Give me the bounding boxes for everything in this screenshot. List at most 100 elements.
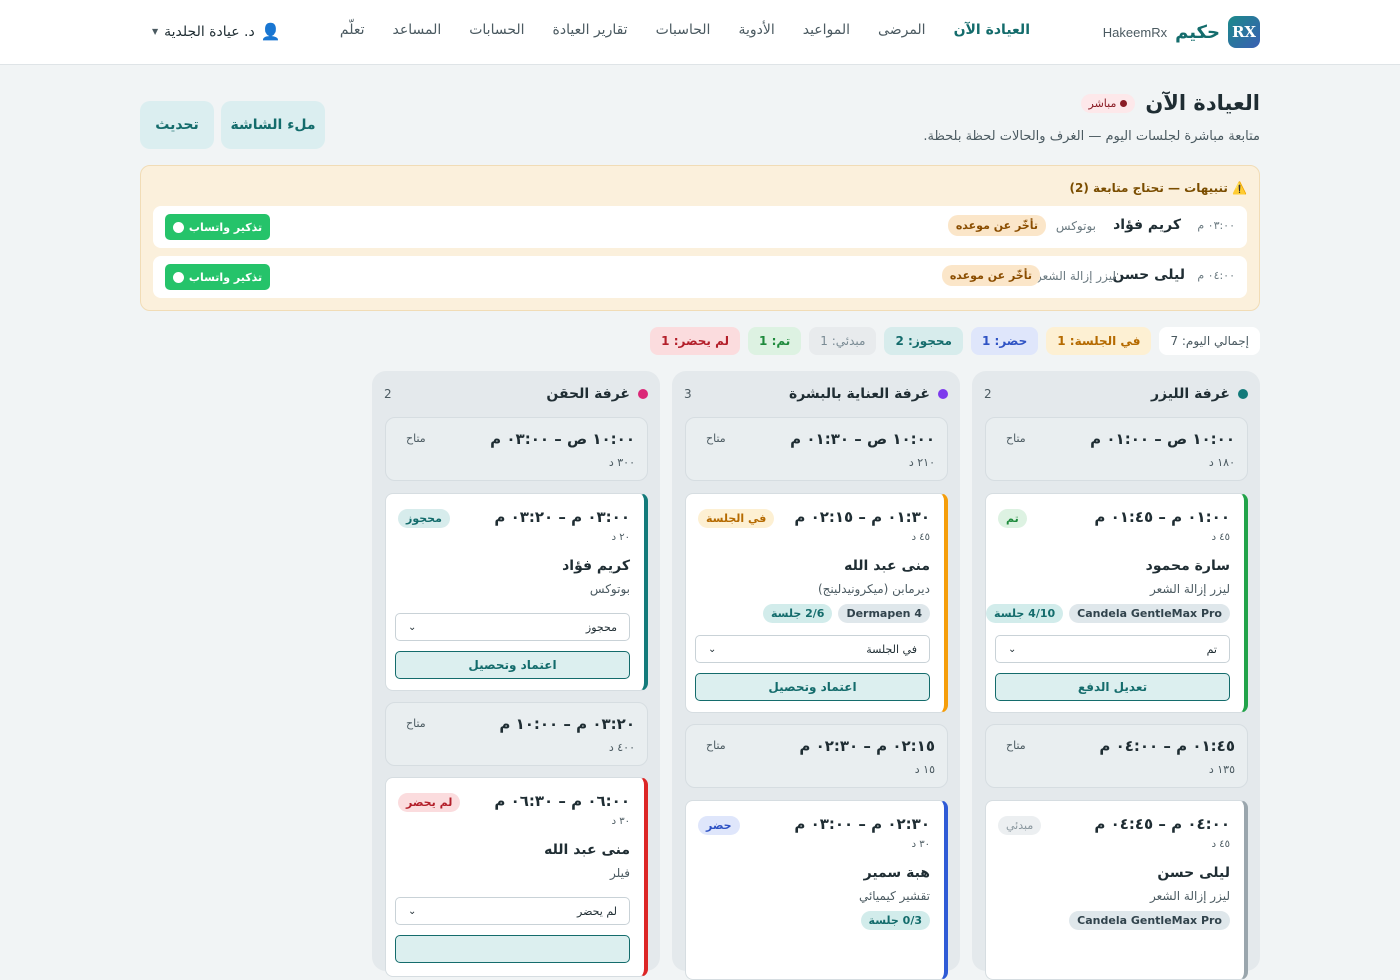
chevron-down-icon: ⌄ [408, 905, 417, 917]
page-title: العيادة الآن [1145, 91, 1260, 115]
edit-payment-button[interactable]: تعديل الدفع [995, 673, 1230, 701]
nav-clinic-reports[interactable]: تقارير العيادة [553, 22, 628, 38]
stat-done[interactable]: تم: 1 [748, 327, 802, 355]
service-name: بوتوكس [589, 582, 630, 596]
available-slot[interactable]: ٠٣:٢٠ م – ١٠:٠٠ م ٤٠٠ د متاح [385, 702, 648, 766]
slot-duration: ٢١٠ د [908, 456, 935, 469]
nav-appointments[interactable]: المواعيد [803, 22, 850, 38]
status-select[interactable]: محجوز ⌄ [395, 613, 630, 641]
status-select[interactable]: لم يحضر ⌄ [395, 897, 630, 925]
approve-and-collect-button[interactable]: اعتماد وتحصيل [695, 673, 930, 701]
nav-calculators[interactable]: الحاسبات [656, 22, 711, 38]
nav-medications[interactable]: الأدوية [738, 22, 774, 38]
appointment-card[interactable]: ٠٦:٠٠ م – ٠٦:٣٠ م ٣٠ د لم يحضر منى عبد ا… [385, 777, 648, 977]
available-slot[interactable]: ١٠:٠٠ ص – ٠٣:٠٠ م ٣٠٠ د متاح [385, 417, 648, 481]
nav-assistant[interactable]: المساعد [393, 22, 442, 38]
slot-available-label: متاح [1006, 739, 1026, 752]
session-progress-tag: 2/6 جلسة [762, 604, 833, 623]
stat-initial[interactable]: مبدئي: 1 [809, 327, 877, 355]
card-tags: 0/3 جلسة [860, 911, 930, 930]
chevron-down-icon: ⌄ [408, 621, 417, 633]
status-badge: لم يحضر [398, 793, 461, 812]
page-title-row: العيادة الآن مباشر [1080, 91, 1260, 115]
room-column-skincare: غرفة العناية بالبشرة 3 ١٠:٠٠ ص – ٠١:٣٠ م… [672, 371, 960, 980]
nav-clinic-now[interactable]: العيادة الآن [954, 22, 1030, 38]
service-name: ليزر إزالة الشعر [1150, 889, 1230, 903]
appointment-card[interactable]: ٠١:٣٠ م – ٠٢:١٥ م ٤٥ د في الجلسة منى عبد… [685, 493, 948, 713]
stats-bar: إجمالي اليوم: 7 في الجلسة: 1 حضر: 1 محجو… [650, 327, 1260, 355]
room-color-dot [938, 389, 948, 399]
room-name: غرفة العناية بالبشرة [788, 386, 930, 402]
patient-name: سارة محمود [1145, 558, 1230, 574]
whatsapp-reminder-button[interactable]: تذكير واتساب [165, 214, 270, 240]
nav-learn[interactable]: تعلّم [340, 22, 365, 38]
user-menu[interactable]: 👤 د. عيادة الجلدية ▼ [152, 22, 281, 41]
appointment-card[interactable]: ٠٣:٠٠ م – ٠٣:٢٠ م ٢٠ د محجوز كريم فؤاد ب… [385, 493, 648, 691]
card-tags: Candela GentleMax Pro 4/10 جلسة [986, 604, 1230, 623]
slot-duration: ١٨٠ د [1208, 456, 1235, 469]
card-tags: Dermapen 4 2/6 جلسة [762, 604, 930, 623]
nav-links: العيادة الآن المرضى المواعيد الأدوية الح… [340, 22, 1030, 38]
slot-time-range: ١٠:٠٠ ص – ٠١:٠٠ م [1090, 430, 1235, 448]
stat-no-show[interactable]: لم يحضر: 1 [650, 327, 741, 355]
room-header: غرفة الليزر [1151, 386, 1248, 402]
status-select[interactable]: تم ⌄ [995, 635, 1230, 663]
slot-available-label: متاح [706, 432, 726, 445]
room-column-injection: غرفة الحقن 2 ١٠:٠٠ ص – ٠٣:٠٠ م ٣٠٠ د متا… [372, 371, 660, 977]
stat-booked[interactable]: محجوز: 2 [884, 327, 963, 355]
available-slot[interactable]: ٠١:٤٥ م – ٠٤:٠٠ م ١٣٥ د متاح [985, 724, 1248, 788]
status-badge: محجوز [398, 509, 450, 528]
alerts-panel: ⚠️ تنبيهات — تحتاج متابعة (2) ٠٣:٠٠ م كر… [140, 165, 1260, 311]
room-count: 2 [984, 387, 992, 401]
service-name: فيلر [610, 866, 630, 880]
stat-arrived[interactable]: حضر: 1 [970, 327, 1039, 355]
appointment-duration: ٣٠ د [911, 839, 930, 850]
slot-duration: ٣٠٠ د [608, 456, 635, 469]
brand-name-en: HakeemRx [1102, 24, 1168, 40]
room-name: غرفة الليزر [1150, 386, 1230, 402]
room-header: غرفة العناية بالبشرة [789, 386, 948, 402]
appointment-card[interactable]: ٠٢:٣٠ م – ٠٣:٠٠ م ٣٠ د حضر هبة سمير تقشي… [685, 800, 948, 980]
slot-time-range: ٠١:٤٥ م – ٠٤:٠٠ م [1099, 737, 1235, 755]
available-slot[interactable]: ١٠:٠٠ ص – ٠١:٣٠ م ٢١٠ د متاح [685, 417, 948, 481]
available-slot[interactable]: ١٠:٠٠ ص – ٠١:٠٠ م ١٨٠ د متاح [985, 417, 1248, 481]
session-progress-tag: 4/10 جلسة [986, 604, 1064, 623]
whatsapp-reminder-button[interactable]: تذكير واتساب [165, 264, 270, 290]
status-badge: في الجلسة [698, 509, 775, 528]
status-select[interactable]: في الجلسة ⌄ [695, 635, 930, 663]
appointment-duration: ٤٥ د [911, 532, 930, 543]
session-progress-tag: 0/3 جلسة [860, 911, 930, 930]
status-badge: مبدئي [998, 816, 1042, 835]
fullscreen-button[interactable]: ملء الشاشة [221, 101, 325, 149]
appointment-card[interactable]: ٠١:٠٠ م – ٠١:٤٥ م ٤٥ د تم سارة محمود ليز… [985, 493, 1248, 713]
user-avatar-icon: 👤 [260, 22, 281, 41]
appointment-time-range: ٠١:٠٠ م – ٠١:٤٥ م [1094, 508, 1230, 526]
appointment-time-range: ٠١:٣٠ م – ٠٢:١٥ م [794, 508, 930, 526]
appointment-duration: ٤٥ د [1211, 532, 1230, 543]
refresh-button[interactable]: تحديث [140, 101, 214, 149]
brand[interactable]: RX حكيم HakeemRx [1103, 16, 1260, 48]
appointment-time-range: ٠٢:٣٠ م – ٠٣:٠٠ م [794, 815, 930, 833]
patient-name: منى عبد الله [844, 558, 930, 574]
appointment-time-range: ٠٤:٠٠ م – ٠٤:٤٥ م [1094, 815, 1230, 833]
patient-name: منى عبد الله [544, 842, 630, 858]
room-count: 3 [684, 387, 692, 401]
approve-and-collect-button[interactable] [395, 935, 630, 963]
slot-available-label: متاح [406, 717, 426, 730]
appointment-time-range: ٠٦:٠٠ م – ٠٦:٣٠ م [494, 792, 630, 810]
nav-patients[interactable]: المرضى [878, 22, 926, 38]
approve-and-collect-button[interactable]: اعتماد وتحصيل [395, 651, 630, 679]
service-name: ليزر إزالة الشعر [1150, 582, 1230, 596]
slot-time-range: ٠٣:٢٠ م – ١٠:٠٠ م [499, 715, 635, 733]
live-label: مباشر [1088, 96, 1117, 110]
stat-in-session[interactable]: في الجلسة: 1 [1046, 327, 1152, 355]
device-tag: Dermapen 4 [838, 604, 930, 623]
nav-accounts[interactable]: الحسابات [469, 22, 524, 38]
slot-available-label: متاح [1006, 432, 1026, 445]
whatsapp-icon [172, 271, 184, 283]
room-color-dot [1238, 389, 1248, 399]
available-slot[interactable]: ٠٢:١٥ م – ٠٢:٣٠ م ١٥ د متاح [685, 724, 948, 788]
card-tags: Candela GentleMax Pro [1069, 911, 1230, 930]
appointment-card[interactable]: ٠٤:٠٠ م – ٠٤:٤٥ م ٤٥ د مبدئي ليلى حسن لي… [985, 800, 1248, 980]
user-name: د. عيادة الجلدية [164, 23, 255, 40]
